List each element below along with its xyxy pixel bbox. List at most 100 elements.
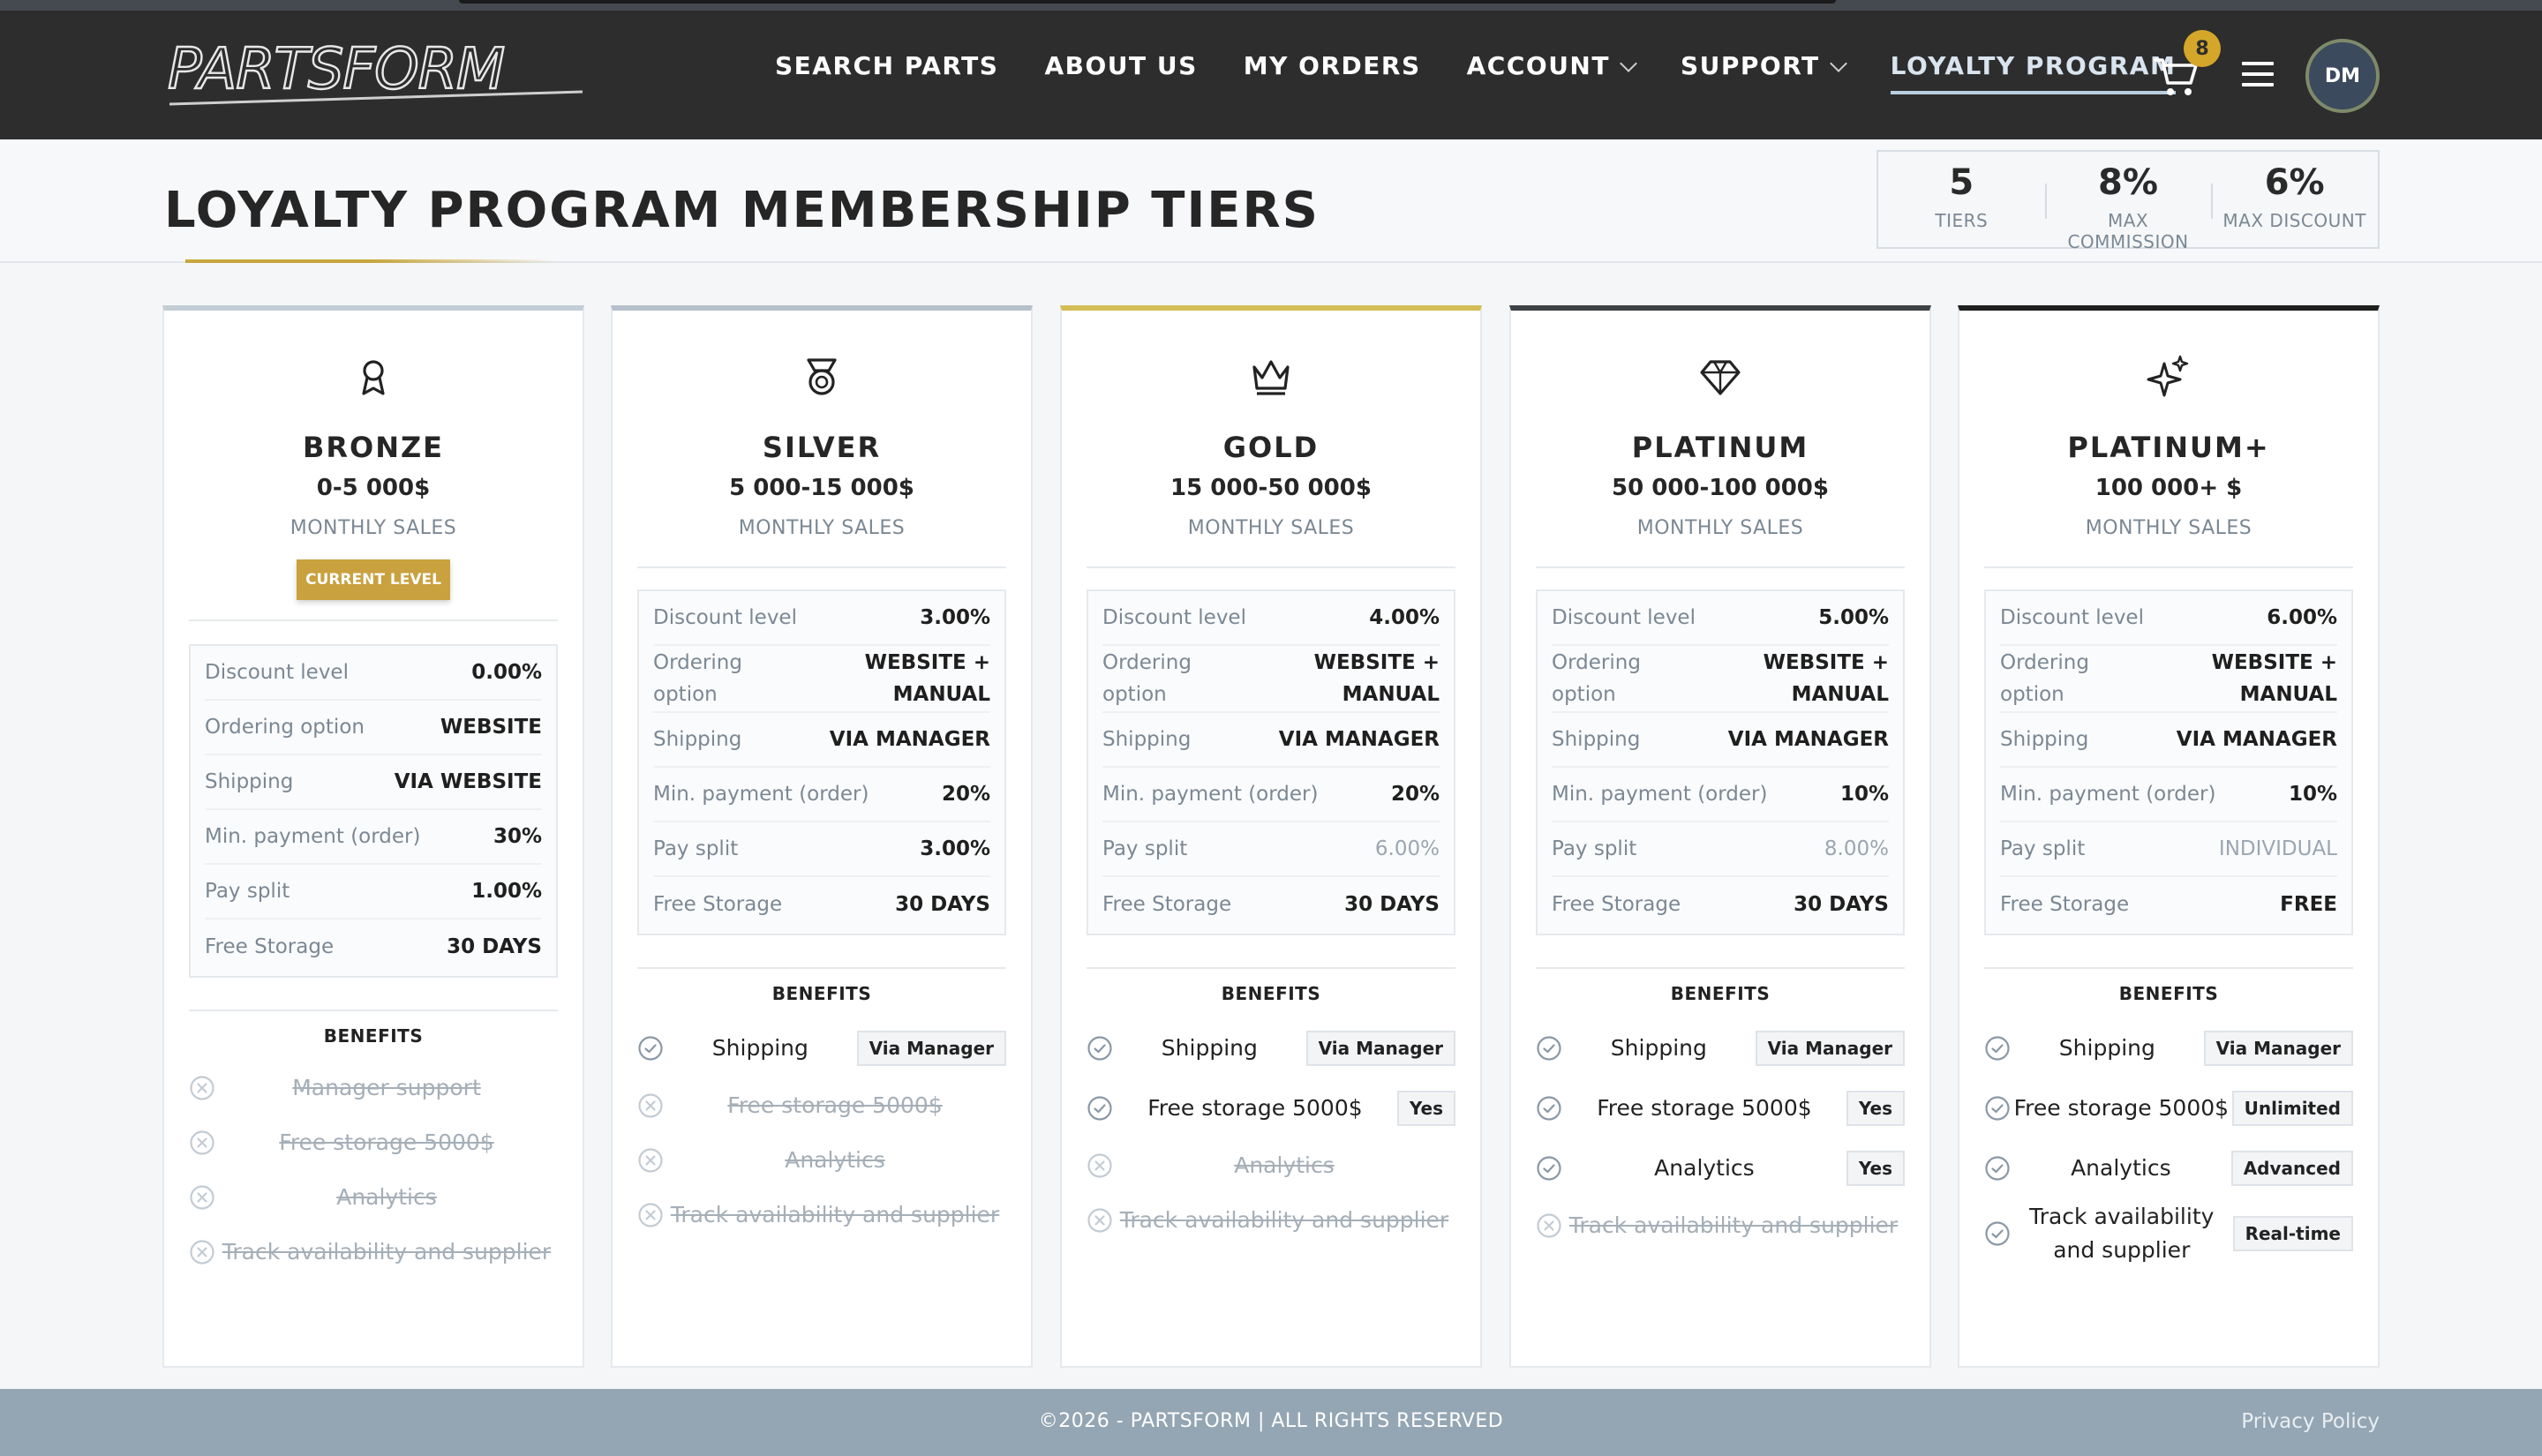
benefit-tag: Yes <box>1846 1091 1905 1126</box>
x-circle-icon <box>190 1185 214 1210</box>
benefit-tag: Yes <box>1396 1091 1455 1126</box>
attr-row-ordering: Ordering option WEBSITE + MANUAL <box>653 646 990 713</box>
benefit-item: Analytics <box>637 1133 1006 1188</box>
benefit-item: Shipping Via Manager <box>1536 1018 1905 1078</box>
check-circle-icon <box>1985 1096 2010 1121</box>
attr-value: VIA WEBSITE <box>394 770 542 793</box>
attr-label: Shipping <box>1552 728 1641 751</box>
check-circle-icon <box>1985 1156 2010 1181</box>
benefit-text: Analytics <box>1654 1155 1755 1181</box>
nav-support[interactable]: SUPPORT <box>1681 51 1847 80</box>
attr-label: Free Storage <box>205 935 335 958</box>
main-nav: SEARCH PARTS ABOUT US MY ORDERS ACCOUNT … <box>775 51 2222 104</box>
benefit-text: Track availability and supplier <box>222 1239 552 1265</box>
attr-label: Shipping <box>2000 728 2089 751</box>
attr-row-min_payment: Min. payment (order) 10% <box>1552 768 1889 822</box>
stat-max-commission: 8% MAX COMMISSION <box>2044 152 2212 252</box>
attr-value: VIA MANAGER <box>829 728 990 751</box>
attr-row-min_payment: Min. payment (order) 20% <box>1102 768 1440 822</box>
x-circle-icon <box>190 1076 214 1100</box>
chevron-down-icon <box>1829 54 1847 72</box>
diamond-icon <box>1700 360 1741 395</box>
tier-attributes: Discount level 5.00% Ordering option WEBSIT… <box>1536 589 1905 935</box>
award-ribbon-icon <box>362 360 385 395</box>
benefit-tag: Via Manager <box>1755 1031 1905 1066</box>
attr-row-storage: Free Storage 30 DAYS <box>1552 877 1889 932</box>
benefit-text: Analytics <box>1234 1152 1335 1178</box>
attr-label: Shipping <box>205 770 294 793</box>
attr-row-ordering: Ordering option WEBSITE + MANUAL <box>1552 646 1889 713</box>
benefit-tag: Yes <box>1846 1151 1905 1186</box>
benefits-title: BENEFITS <box>1670 983 1771 1004</box>
tier-card-platinum-plus: PLATINUM+ 100 000+ $ MONTHLY SALES Discount… <box>1958 305 2380 1368</box>
attr-row-ordering: Ordering option WEBSITE <box>205 701 542 755</box>
attr-value: 8.00% <box>1824 837 1889 860</box>
attr-row-discount: Discount level 0.00% <box>205 646 542 701</box>
benefit-tag: Advanced <box>2230 1151 2353 1186</box>
attr-label: Min. payment (order) <box>1102 783 1319 806</box>
attr-row-min_payment: Min. payment (order) 10% <box>2000 768 2337 822</box>
user-avatar[interactable]: DM <box>2305 39 2380 113</box>
attr-label: Free Storage <box>1102 893 1232 916</box>
attr-label: Discount level <box>2000 606 2144 629</box>
attr-value: 20% <box>1390 783 1440 806</box>
benefits-title: BENEFITS <box>2118 983 2219 1004</box>
tier-name: PLATINUM <box>1631 431 1809 464</box>
attr-label: Free Storage <box>1552 893 1681 916</box>
stat-max-discount: 6% MAX DISCOUNT <box>2211 152 2378 247</box>
attr-value: 30% <box>493 825 542 848</box>
privacy-policy-link[interactable]: Privacy Policy <box>2241 1410 2380 1433</box>
attr-label: Min. payment (order) <box>2000 783 2216 806</box>
nav-loyalty-program[interactable]: LOYALTY PROGRAM <box>1890 51 2177 94</box>
benefit-item: Shipping Via Manager <box>637 1018 1006 1078</box>
tier-name: SILVER <box>762 431 882 464</box>
attr-row-discount: Discount level 4.00% <box>1102 591 1440 646</box>
nav-my-orders[interactable]: MY ORDERS <box>1244 51 1421 80</box>
cart-count-badge: 8 <box>2184 30 2221 67</box>
benefit-item: Analytics <box>189 1170 558 1225</box>
benefit-item: Shipping Via Manager <box>1087 1018 1455 1078</box>
attr-value: WEBSITE + MANUAL <box>864 651 990 706</box>
tier-attributes: Discount level 0.00% Ordering option WEBSIT… <box>189 644 558 978</box>
nav-account[interactable]: ACCOUNT <box>1467 51 1637 80</box>
benefit-item: Track availability and supplier Real-time <box>1984 1198 2353 1269</box>
attr-row-min_payment: Min. payment (order) 30% <box>205 810 542 865</box>
benefit-item: Shipping Via Manager <box>1984 1018 2353 1078</box>
benefit-text: Shipping <box>711 1035 808 1061</box>
attr-row-discount: Discount level 6.00% <box>2000 591 2337 646</box>
x-circle-icon <box>190 1240 214 1265</box>
x-circle-icon <box>638 1148 663 1173</box>
attr-label: Pay split <box>2000 837 2086 860</box>
benefit-item: Free storage 5000$ <box>189 1115 558 1170</box>
attr-label: Free Storage <box>2000 893 2130 916</box>
tier-name: GOLD <box>1222 431 1320 464</box>
benefit-tag: Via Manager <box>1305 1031 1455 1066</box>
hamburger-menu-icon[interactable] <box>2242 62 2274 88</box>
partsform-logo[interactable]: PARTSFORM <box>164 30 588 111</box>
benefit-text: Shipping <box>2058 1035 2155 1061</box>
attr-label: Pay split <box>205 880 290 903</box>
attr-row-storage: Free Storage 30 DAYS <box>205 919 542 974</box>
attr-value: WEBSITE + MANUAL <box>2211 651 2337 706</box>
benefit-tag: Via Manager <box>2203 1031 2353 1066</box>
top-header: PARTSFORM SEARCH PARTS ABOUT US MY ORDER… <box>0 0 2542 139</box>
benefits-title: BENEFITS <box>1221 983 1321 1004</box>
attr-value: 0.00% <box>471 661 542 684</box>
nav-search-parts[interactable]: SEARCH PARTS <box>775 51 998 80</box>
benefit-text: Track availability and supplier <box>1568 1212 1899 1238</box>
benefit-text: Track availability and supplier <box>1119 1207 1449 1233</box>
benefit-text: Shipping <box>1610 1035 1707 1061</box>
nav-about-us[interactable]: ABOUT US <box>1044 51 1197 80</box>
benefit-item: Track availability and supplier <box>1536 1198 1905 1253</box>
benefits-title: BENEFITS <box>323 1025 424 1047</box>
attr-label: Discount level <box>1552 606 1696 629</box>
attr-label: Free Storage <box>653 893 783 916</box>
svg-text:PARTSFORM: PARTSFORM <box>168 37 504 102</box>
check-circle-icon <box>638 1036 663 1061</box>
x-circle-icon <box>1087 1153 1112 1178</box>
benefit-item: Analytics <box>1087 1138 1455 1193</box>
page-title: LOYALTY PROGRAM MEMBERSHIP TIERS <box>164 182 1320 239</box>
attr-value: 3.00% <box>920 606 990 629</box>
benefit-item: Track availability and supplier <box>189 1225 558 1280</box>
attr-label: Ordering option <box>1552 651 1641 706</box>
